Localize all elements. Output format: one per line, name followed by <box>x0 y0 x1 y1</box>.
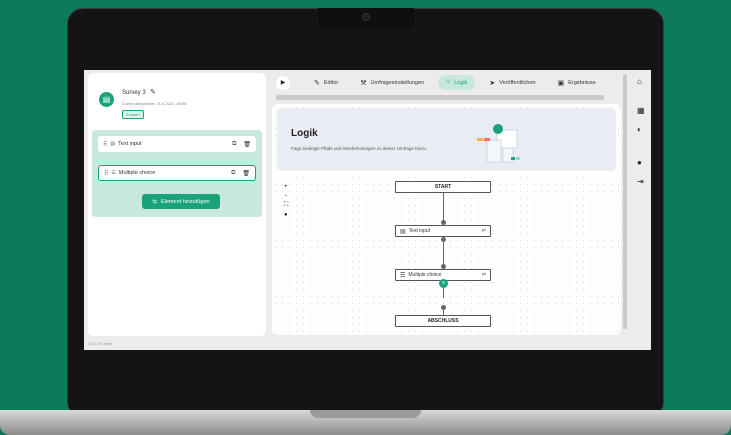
add-node-plus-icon[interactable]: + <box>439 279 448 288</box>
right-sidebar: ⌂ ▦ ◐ ● ⇥ <box>633 70 651 350</box>
home-icon[interactable]: ⌂ <box>637 77 642 86</box>
page-description: Füge bedingte Pfade und Wiederholungen z… <box>291 146 428 151</box>
tab-label: Logik <box>454 79 468 86</box>
text-input-icon: ▤ <box>400 228 406 235</box>
trash-icon[interactable]: 🗑 <box>242 170 250 177</box>
tab-label: Umfrageeinstellungen <box>370 79 425 86</box>
top-toolbar: ▶ ✎ Editor ⚒ Umfrageeinstellungen ⑂ Logi… <box>276 72 621 93</box>
layers-icon[interactable]: ▦ <box>637 106 645 115</box>
copy-icon[interactable]: ⧉ <box>232 141 236 148</box>
wrench-icon: ⚒ <box>360 79 367 87</box>
branch-settings-icon[interactable]: ⇄ <box>482 272 486 278</box>
survey-editor-panel: ▤ Survey 3 ✎ Zuletzt aktualisiert: 21.6.… <box>88 73 266 336</box>
element-list: ⠿ ▤ Text input ⧉ 🗑 ⠿ ☰ Multiple choice ⧉… <box>92 130 262 217</box>
zoom-out-icon[interactable]: − <box>284 193 288 199</box>
survey-icon: ▤ <box>99 92 114 107</box>
tab-label: Ergebnisse <box>568 79 596 86</box>
tab-publish[interactable]: ➤ Veröffentlichen <box>481 75 543 90</box>
flow-start-node[interactable]: START <box>395 181 491 193</box>
logic-header: Logik Füge bedingte Pfade und Wiederholu… <box>277 108 616 171</box>
logic-illustration-icon <box>477 124 520 163</box>
element-label: Text input <box>118 141 142 147</box>
camera-icon <box>362 13 370 21</box>
laptop-hinge <box>310 410 421 418</box>
multiple-choice-icon: ☰ <box>400 272 406 279</box>
element-label: Multiple choice <box>118 170 156 176</box>
app-screen: ▤ Survey 3 ✎ Zuletzt aktualisiert: 21.6.… <box>84 70 651 350</box>
zoom-controls: + − ⛶ ● <box>284 184 288 218</box>
copy-icon[interactable]: ⧉ <box>231 170 235 177</box>
logic-canvas[interactable]: Logik Füge bedingte Pfade und Wiederholu… <box>272 104 621 335</box>
add-element-icon: ⇆ <box>152 198 157 205</box>
zoom-in-icon[interactable]: + <box>284 184 288 190</box>
node-label: Text input <box>408 228 431 234</box>
theme-icon[interactable]: ◐ <box>637 125 642 134</box>
connector-dot <box>441 305 446 310</box>
tab-survey-settings[interactable]: ⚒ Umfrageeinstellungen <box>352 75 432 90</box>
page-title: Logik <box>291 128 318 139</box>
branch-settings-icon[interactable]: ⇄ <box>482 228 486 234</box>
tab-results[interactable]: ▣ Ergebnisse <box>550 75 596 90</box>
flow-end-node[interactable]: ABSCHLUSS <box>395 315 491 327</box>
text-input-icon: ▤ <box>110 141 116 147</box>
pencil-icon: ✎ <box>314 79 320 87</box>
version-label: v0.2.35 | beta <box>88 341 113 346</box>
horizontal-scrollbar[interactable] <box>276 95 604 100</box>
vertical-scrollbar[interactable] <box>623 74 627 329</box>
tab-logic[interactable]: ⑂ Logik <box>438 75 476 90</box>
branch-icon: ⑂ <box>446 79 451 86</box>
fit-view-icon[interactable]: ⛶ <box>284 202 288 209</box>
last-updated: Zuletzt aktualisiert: 21.6.2024, 08:58 <box>122 101 187 106</box>
multiple-choice-icon: ☰ <box>111 170 116 176</box>
node-label: Multiple choice <box>408 272 442 278</box>
drag-handle-icon[interactable]: ⠿ <box>103 141 108 148</box>
connector-dot <box>441 237 446 242</box>
pencil-icon[interactable]: ✎ <box>150 88 156 96</box>
element-card-multiple-choice[interactable]: ⠿ ☰ Multiple choice ⧉ 🗑 <box>98 165 256 181</box>
tab-editor[interactable]: ✎ Editor <box>306 75 346 90</box>
add-element-button[interactable]: ⇆ Element hinzufügen <box>142 194 220 209</box>
survey-title[interactable]: Survey 3 <box>122 90 146 96</box>
element-card-text-input[interactable]: ⠿ ▤ Text input ⧉ 🗑 <box>98 136 256 152</box>
account-icon[interactable]: ● <box>637 158 642 167</box>
tab-label: Veröffentlichen <box>499 79 536 86</box>
add-element-label: Element hinzufügen <box>160 198 210 205</box>
results-icon: ▣ <box>557 79 565 87</box>
logout-icon[interactable]: ⇥ <box>637 177 644 186</box>
tab-label: Editor <box>323 79 339 86</box>
trash-icon[interactable]: 🗑 <box>243 141 251 148</box>
drag-handle-icon[interactable]: ⠿ <box>104 170 109 177</box>
center-view-icon[interactable]: ● <box>284 212 288 218</box>
send-icon: ➤ <box>489 79 496 87</box>
flow-node-text-input[interactable]: ▤ Text input ⇄ <box>395 225 491 237</box>
status-badge: Entwurf <box>122 110 144 119</box>
preview-play-button[interactable]: ▶ <box>276 75 290 90</box>
